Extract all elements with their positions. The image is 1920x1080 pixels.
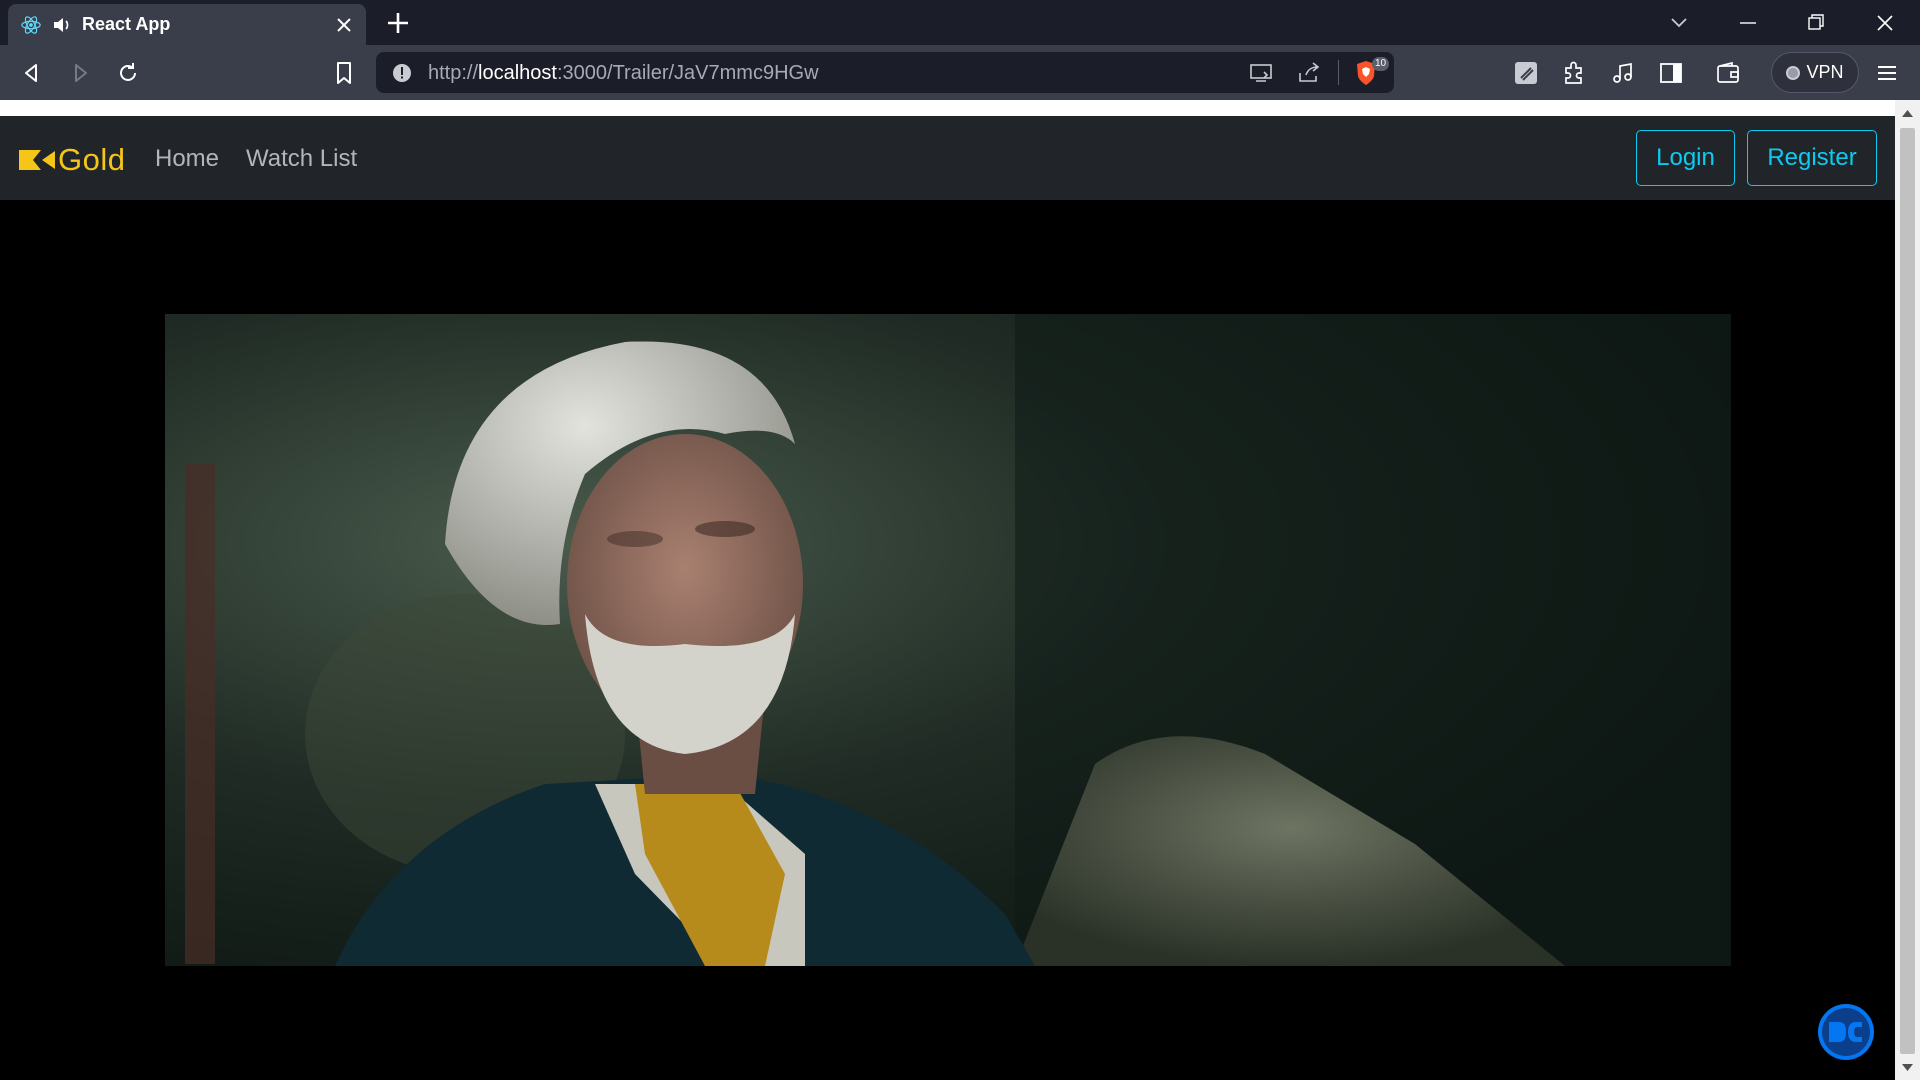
media-music-icon[interactable] xyxy=(1609,59,1637,87)
scrollbar-thumb[interactable] xyxy=(1900,128,1915,1054)
vpn-status-icon xyxy=(1786,65,1801,80)
brand-name: Gold xyxy=(58,142,126,177)
share-icon[interactable] xyxy=(1296,61,1322,85)
browser-tab[interactable]: React App xyxy=(8,4,366,45)
login-button[interactable]: Login xyxy=(1636,130,1735,186)
tab-search-chevron-icon[interactable] xyxy=(1664,8,1694,38)
speaker-icon[interactable] xyxy=(52,16,72,34)
cast-icon[interactable] xyxy=(1248,61,1274,85)
nav-home-link[interactable]: Home xyxy=(155,145,219,173)
url-text: http://localhost:3000/Trailer/JaV7mmc9HG… xyxy=(428,62,819,85)
reload-icon[interactable] xyxy=(114,59,142,87)
video-camera-icon xyxy=(19,150,55,170)
brand-logo[interactable]: Gold xyxy=(18,140,125,180)
scroll-up-arrow-icon[interactable] xyxy=(1901,108,1914,118)
browser-toolbar: http://localhost:3000/Trailer/JaV7mmc9HG… xyxy=(0,45,1920,100)
page-scrollbar[interactable] xyxy=(1895,100,1920,1080)
url-scheme: http:// xyxy=(428,62,479,84)
app-navbar: Gold Home Watch List Login Register xyxy=(0,116,1895,200)
forward-icon[interactable] xyxy=(66,59,94,87)
bookmark-icon[interactable] xyxy=(330,59,358,87)
vpn-button[interactable]: VPN xyxy=(1771,52,1859,93)
close-tab-icon[interactable] xyxy=(334,15,354,35)
restore-icon[interactable] xyxy=(1801,8,1831,38)
vpn-label: VPN xyxy=(1806,62,1844,82)
trailer-video-player[interactable] xyxy=(165,314,1731,966)
close-window-icon[interactable] xyxy=(1870,8,1900,38)
shield-count-badge: 10 xyxy=(1372,57,1390,71)
page-top-strip xyxy=(0,100,1895,116)
site-info-icon[interactable] xyxy=(392,63,412,83)
tab-title: React App xyxy=(82,14,171,34)
minimize-icon[interactable] xyxy=(1733,8,1763,38)
scroll-down-arrow-icon[interactable] xyxy=(1901,1063,1914,1073)
extensions-puzzle-icon[interactable] xyxy=(1560,59,1588,87)
menu-hamburger-icon[interactable] xyxy=(1873,59,1901,87)
address-bar[interactable]: http://localhost:3000/Trailer/JaV7mmc9HG… xyxy=(376,52,1394,93)
url-path: :3000/Trailer/JaV7mmc9HGw xyxy=(556,62,819,84)
react-favicon-icon xyxy=(21,15,41,34)
sidebar-toggle-icon[interactable] xyxy=(1657,59,1685,87)
dc-logo-icon xyxy=(1818,1004,1874,1060)
browser-tab-strip: React App xyxy=(0,0,1920,45)
back-icon[interactable] xyxy=(18,59,46,87)
new-tab-icon[interactable] xyxy=(385,10,411,36)
url-host: localhost xyxy=(478,62,557,84)
url-separator xyxy=(1338,60,1339,85)
page-viewport: Gold Home Watch List Login Register xyxy=(0,100,1895,1080)
nav-watchlist-link[interactable]: Watch List xyxy=(246,145,357,173)
notes-extension-icon[interactable] xyxy=(1512,59,1540,87)
register-button[interactable]: Register xyxy=(1747,130,1877,186)
video-frame-image xyxy=(165,314,1731,966)
wallet-icon[interactable] xyxy=(1714,59,1742,87)
